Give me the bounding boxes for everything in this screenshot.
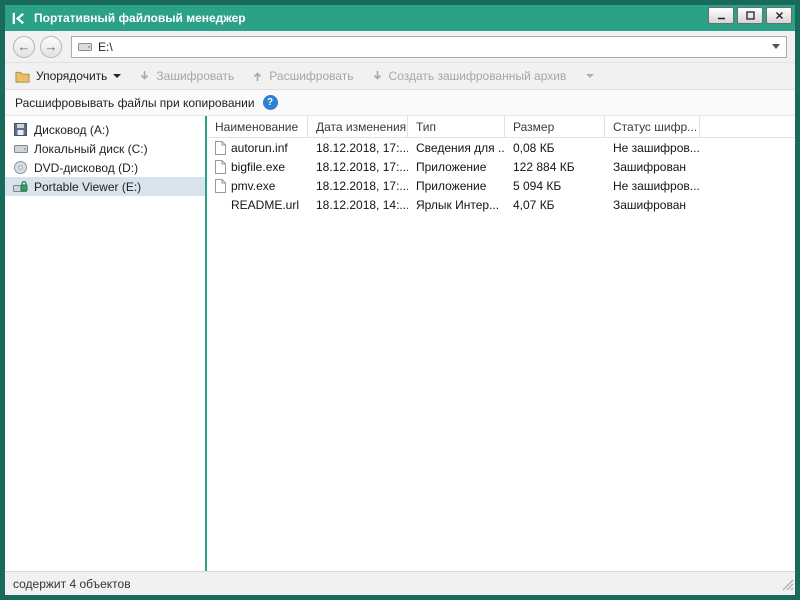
encrypt-label: Зашифровать — [156, 69, 234, 83]
file-encryption-status: Не зашифров... — [605, 138, 700, 157]
toolbar: Упорядочить Зашифровать Расшифровать Соз… — [5, 63, 795, 90]
file-icon — [215, 179, 226, 193]
resize-grip-icon[interactable] — [782, 579, 794, 594]
file-encryption-status: Не зашифров... — [605, 176, 700, 195]
navigation-bar: ← → E:\ — [5, 31, 795, 63]
column-header-row: Наименование Дата изменения Тип Размер С… — [207, 116, 795, 138]
file-icon — [215, 160, 226, 174]
decrypt-on-copy-label: Расшифровывать файлы при копировании — [15, 96, 255, 110]
file-type: Приложение — [408, 157, 505, 176]
window-controls — [708, 7, 792, 24]
organize-button[interactable]: Упорядочить — [15, 69, 121, 83]
sidebar-item-label: Локальный диск (C:) — [34, 142, 148, 156]
table-row[interactable]: pmv.exe 18.12.2018, 17:... Приложение 5 … — [207, 176, 795, 195]
file-list-area: Наименование Дата изменения Тип Размер С… — [207, 116, 795, 571]
help-glyph: ? — [267, 97, 273, 108]
title-bar: Портативный файловый менеджер — [5, 5, 795, 31]
encrypted-drive-icon — [13, 180, 28, 194]
forward-button[interactable]: → — [40, 36, 62, 58]
create-encrypted-archive-button[interactable]: Создать зашифрованный архив — [372, 69, 567, 83]
sidebar-item-label: Portable Viewer (E:) — [34, 180, 141, 194]
file-name: autorun.inf — [231, 141, 288, 155]
main-area: Дисковод (A:) Локальный диск (C:) DVD-ди… — [5, 116, 795, 571]
back-icon: ← — [18, 40, 31, 53]
file-size: 122 884 КБ — [505, 157, 605, 176]
address-dropdown-icon[interactable] — [772, 44, 780, 49]
drive-icon — [78, 41, 92, 52]
close-button[interactable] — [766, 7, 792, 24]
sidebar-item-label: DVD-дисковод (D:) — [34, 161, 138, 175]
file-name: pmv.exe — [231, 179, 275, 193]
archive-dropdown-icon[interactable] — [586, 74, 594, 78]
kaspersky-logo-icon — [11, 11, 26, 26]
table-row[interactable]: README.url 18.12.2018, 14:... Ярлык Инте… — [207, 195, 795, 214]
sidebar-item-label: Дисковод (A:) — [34, 123, 109, 137]
back-button[interactable]: ← — [13, 36, 35, 58]
file-icon — [215, 141, 226, 155]
sidebar-item-drive-c[interactable]: Локальный диск (C:) — [5, 139, 205, 158]
status-bar: содержит 4 объектов — [5, 571, 795, 595]
decrypt-arrow-icon — [252, 70, 263, 82]
file-modified: 18.12.2018, 17:... — [308, 176, 408, 195]
column-header-modified[interactable]: Дата изменения — [308, 116, 408, 137]
folder-icon — [15, 70, 30, 83]
column-header-type[interactable]: Тип — [408, 116, 505, 137]
file-name: bigfile.exe — [231, 160, 285, 174]
file-type: Ярлык Интер... — [408, 195, 505, 214]
chevron-down-icon — [113, 74, 121, 78]
file-type: Сведения для ... — [408, 138, 505, 157]
decrypt-label: Расшифровать — [269, 69, 353, 83]
file-type: Приложение — [408, 176, 505, 195]
portable-file-manager-window: Портативный файловый менеджер ← → E:\ — [0, 0, 800, 600]
organize-label: Упорядочить — [36, 69, 107, 83]
encrypt-button[interactable]: Зашифровать — [139, 69, 234, 83]
file-size: 0,08 КБ — [505, 138, 605, 157]
option-bar: Расшифровывать файлы при копировании ? — [5, 90, 795, 116]
address-bar[interactable]: E:\ — [71, 36, 787, 58]
drive-sidebar: Дисковод (A:) Локальный диск (C:) DVD-ди… — [5, 116, 205, 571]
window-title: Портативный файловый менеджер — [34, 11, 246, 25]
file-encryption-status: Зашифрован — [605, 157, 700, 176]
status-text: содержит 4 объектов — [13, 577, 131, 591]
dvd-drive-icon — [13, 161, 28, 174]
hard-disk-icon — [13, 143, 28, 155]
address-text: E:\ — [98, 40, 113, 54]
column-header-name[interactable]: Наименование — [207, 116, 308, 137]
file-size: 5 094 КБ — [505, 176, 605, 195]
file-modified: 18.12.2018, 17:... — [308, 138, 408, 157]
sidebar-item-drive-d[interactable]: DVD-дисковод (D:) — [5, 158, 205, 177]
archive-arrow-icon — [372, 70, 383, 82]
floppy-drive-icon — [13, 123, 28, 136]
encrypt-arrow-icon — [139, 70, 150, 82]
maximize-button[interactable] — [737, 7, 763, 24]
sidebar-item-drive-e[interactable]: Portable Viewer (E:) — [5, 177, 205, 196]
column-header-status[interactable]: Статус шифр... — [605, 116, 700, 137]
table-row[interactable]: bigfile.exe 18.12.2018, 17:... Приложени… — [207, 157, 795, 176]
column-header-size[interactable]: Размер — [505, 116, 605, 137]
file-encryption-status: Зашифрован — [605, 195, 700, 214]
column-header-filler — [700, 116, 795, 137]
help-icon[interactable]: ? — [263, 95, 278, 110]
sidebar-item-drive-a[interactable]: Дисковод (A:) — [5, 120, 205, 139]
create-archive-label: Создать зашифрованный архив — [389, 69, 567, 83]
table-row[interactable]: autorun.inf 18.12.2018, 17:... Сведения … — [207, 138, 795, 157]
minimize-button[interactable] — [708, 7, 734, 24]
file-modified: 18.12.2018, 14:... — [308, 195, 408, 214]
decrypt-button[interactable]: Расшифровать — [252, 69, 353, 83]
file-modified: 18.12.2018, 17:... — [308, 157, 408, 176]
file-name: README.url — [231, 198, 299, 212]
file-size: 4,07 КБ — [505, 195, 605, 214]
forward-icon: → — [45, 40, 58, 53]
